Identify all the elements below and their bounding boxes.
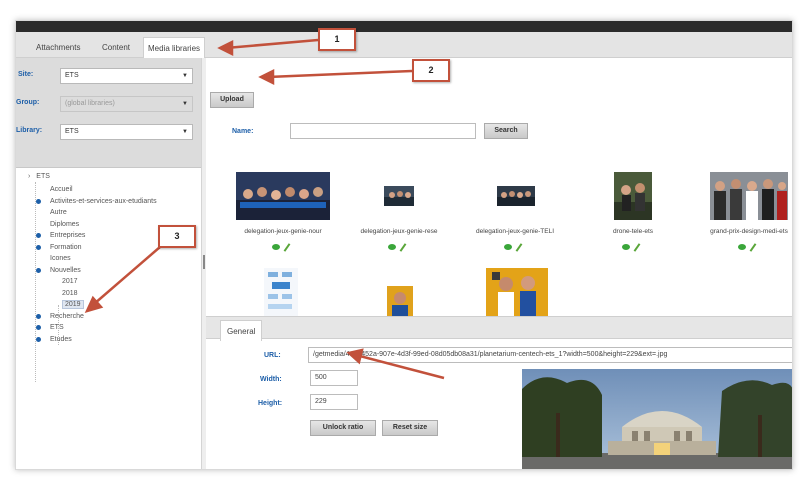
annotation-arrows xyxy=(84,38,445,380)
callout-3: 3 xyxy=(158,225,196,248)
arrow-width xyxy=(355,353,445,380)
callout-1: 1 xyxy=(318,28,356,51)
screenshot-page: Attachments Content Media libraries Site… xyxy=(0,0,807,478)
callout-2: 2 xyxy=(412,59,450,82)
arrow-1-head xyxy=(217,39,234,57)
arrow-2 xyxy=(267,69,413,79)
arrow-1 xyxy=(225,38,319,50)
arrow-3 xyxy=(93,246,161,305)
arrow-width-head xyxy=(346,348,364,365)
arrow-2-head xyxy=(258,68,275,86)
